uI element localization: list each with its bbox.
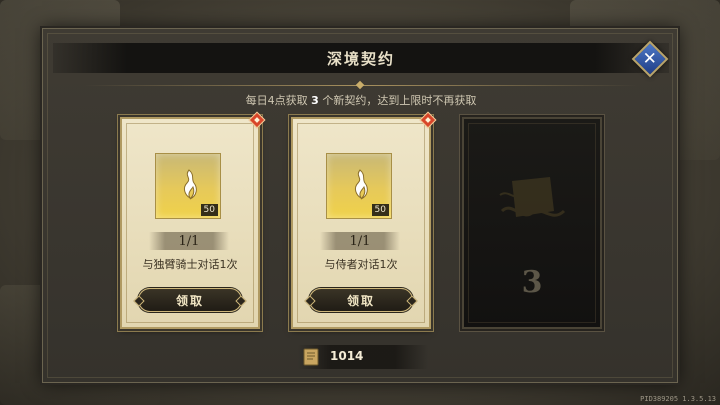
- claim-button[interactable]: 领取: [138, 288, 242, 312]
- version-label: PID389205 1.3.5.13: [640, 395, 716, 403]
- item-count: 50: [200, 204, 218, 216]
- dialog-titlebar: 深境契约: [53, 43, 669, 73]
- info-prefix: 每日4点获取: [245, 94, 312, 107]
- reward-item[interactable]: 50: [326, 153, 392, 219]
- task-progress: 1/1: [149, 232, 229, 250]
- info-count: 3: [311, 94, 319, 107]
- reward-item[interactable]: 50: [155, 153, 221, 219]
- refresh-info-text: 每日4点获取 3 个新契约，达到上限时不再获取: [43, 92, 679, 108]
- contract-card[interactable]: 50 1/1 与侍者对话1次 领取: [291, 111, 437, 329]
- contract-dialog: 深境契约 ✕ 每日4点获取 3 个新契约，达到上限时不再获取 50 1/1 与独…: [42, 28, 678, 383]
- task-description: 与独臂骑士对话1次: [142, 258, 238, 271]
- new-badge-icon: [419, 111, 437, 129]
- scroll-silhouette-icon: [499, 177, 566, 217]
- contract-scroll-icon: [303, 348, 319, 366]
- item-count: 50: [371, 204, 389, 216]
- close-icon: ✕: [642, 48, 658, 69]
- task-progress: 1/1: [320, 232, 400, 250]
- currency-value: 1014: [330, 349, 364, 363]
- locked-contract-card: 3: [462, 117, 602, 329]
- task-description: 与侍者对话1次: [324, 258, 398, 271]
- title-divider: [83, 85, 639, 86]
- contract-currency: 1014: [298, 345, 428, 369]
- contract-card[interactable]: 50 1/1 与独臂骑士对话1次 领取: [120, 111, 266, 329]
- new-badge-icon: [248, 111, 266, 129]
- dialog-title: 深境契约: [326, 49, 395, 68]
- flame-sigil-icon: [354, 169, 368, 200]
- locked-slot-number: 3: [521, 265, 543, 300]
- claim-button[interactable]: 领取: [309, 288, 413, 312]
- flame-sigil-icon: [183, 169, 197, 200]
- info-suffix: 个新契约，达到上限时不再获取: [318, 94, 477, 107]
